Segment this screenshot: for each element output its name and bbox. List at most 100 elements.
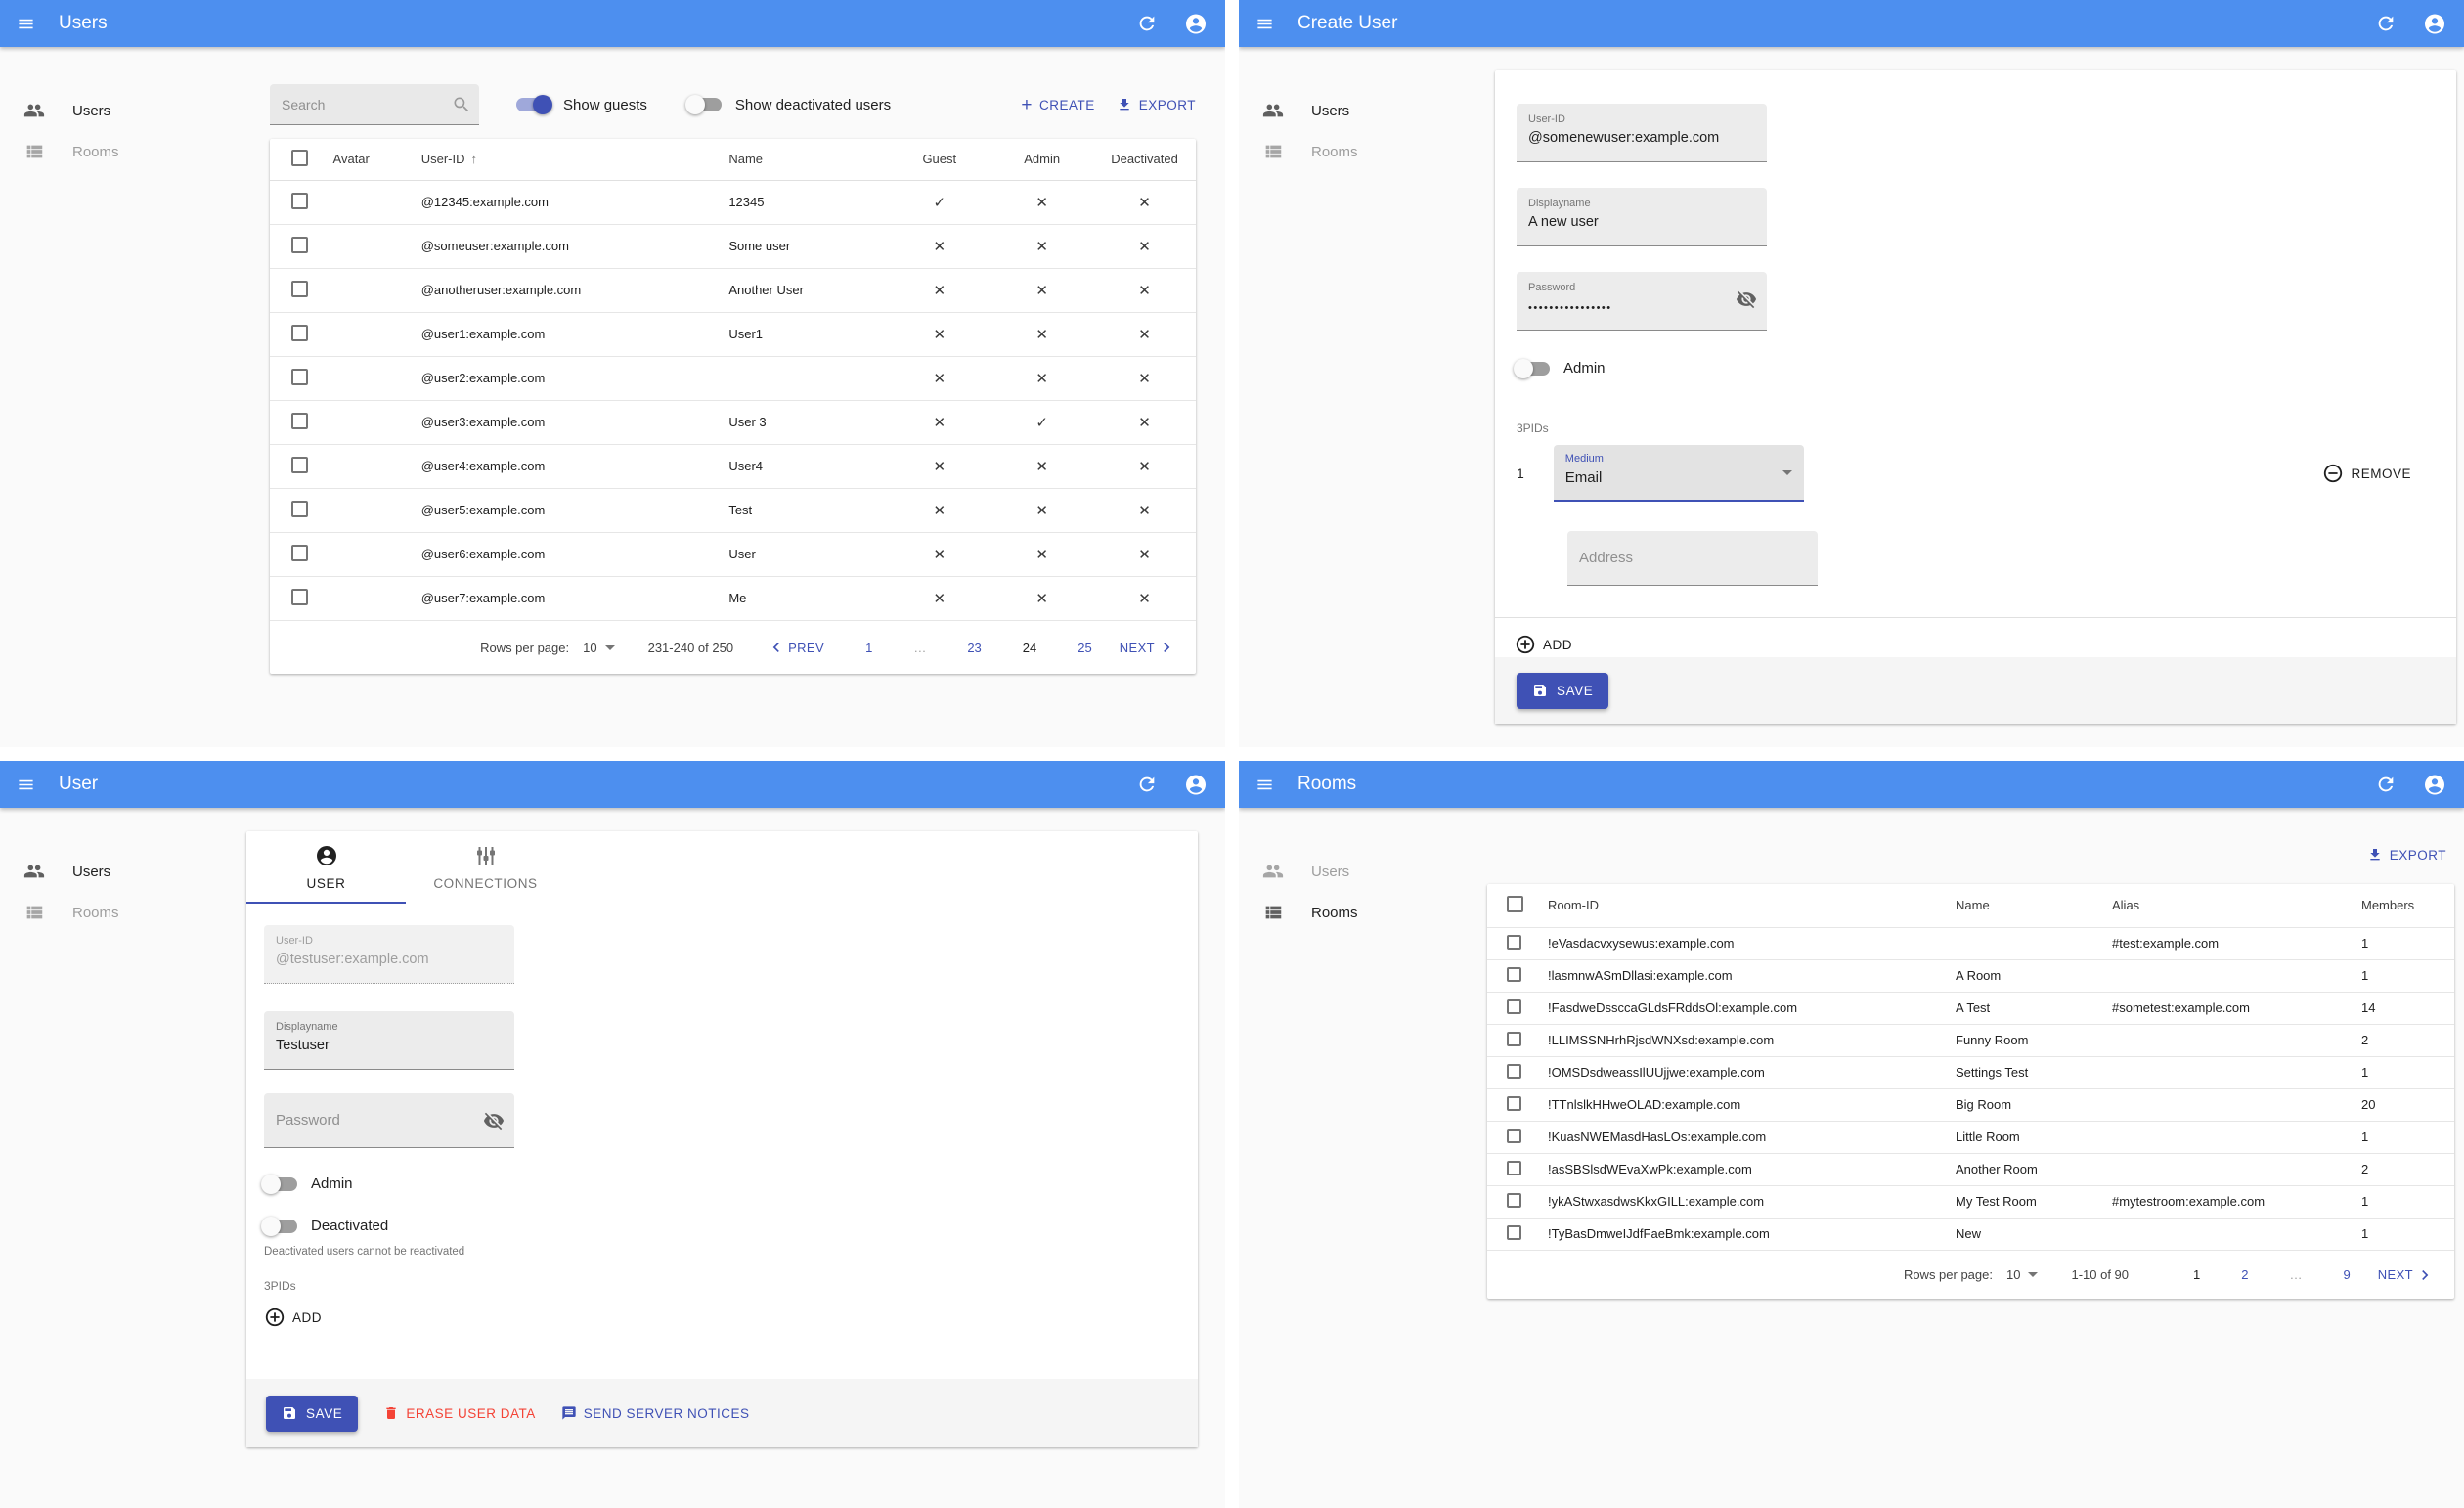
- table-row[interactable]: @user6:example.com User ✕ ✕ ✕: [270, 532, 1196, 576]
- address-input[interactable]: [1567, 531, 1818, 586]
- row-checkbox[interactable]: [291, 192, 308, 209]
- sidebar-item-rooms[interactable]: Rooms: [1239, 892, 1483, 933]
- table-row[interactable]: @user4:example.com User4 ✕ ✕ ✕: [270, 444, 1196, 488]
- page-link[interactable]: 23: [967, 641, 981, 655]
- refresh-icon[interactable]: [2374, 773, 2398, 796]
- table-row[interactable]: !OMSDsdweassIlUUjjwe:example.com Settings…: [1487, 1056, 2454, 1088]
- table-row[interactable]: @user7:example.com Me ✕ ✕ ✕: [270, 576, 1196, 620]
- export-button[interactable]: EXPORT: [1117, 97, 1196, 112]
- prev-button[interactable]: PREV: [767, 638, 824, 657]
- erase-user-data-button[interactable]: ERASE USER DATA: [383, 1405, 535, 1421]
- displayname-field[interactable]: Displayname Testuser: [264, 1011, 514, 1070]
- table-row[interactable]: !ykAStwxasdwsKkxGILL:example.com My Test …: [1487, 1185, 2454, 1218]
- row-checkbox[interactable]: [1507, 1128, 1521, 1143]
- admin-toggle[interactable]: Admin: [261, 1174, 1174, 1194]
- row-checkbox[interactable]: [291, 500, 308, 517]
- row-checkbox[interactable]: [1507, 1063, 1521, 1079]
- password-input[interactable]: [264, 1093, 514, 1148]
- hamburger-menu-icon[interactable]: [1253, 12, 1276, 35]
- remove-button[interactable]: REMOVE: [2322, 463, 2411, 484]
- account-icon[interactable]: [2423, 12, 2446, 35]
- row-checkbox[interactable]: [291, 368, 308, 385]
- row-checkbox[interactable]: [1507, 1095, 1521, 1111]
- account-icon[interactable]: [1184, 12, 1208, 35]
- table-row[interactable]: @user5:example.com Test ✕ ✕ ✕: [270, 488, 1196, 532]
- user-id-field[interactable]: User-ID @somenewuser:example.com: [1517, 104, 1767, 162]
- visibility-off-icon[interactable]: [1736, 288, 1757, 315]
- table-row[interactable]: @someuser:example.com Some user ✕ ✕ ✕: [270, 224, 1196, 268]
- save-button[interactable]: SAVE: [1517, 672, 1609, 709]
- tab-user[interactable]: USER: [246, 831, 406, 904]
- select-all-checkbox[interactable]: [291, 149, 308, 166]
- page-link[interactable]: 1: [865, 641, 872, 655]
- row-checkbox[interactable]: [1507, 966, 1521, 982]
- table-row[interactable]: @anotheruser:example.com Another User ✕ ✕ ✕: [270, 268, 1196, 312]
- table-row[interactable]: !KuasNWEMasdHasLOs:example.com Little Roo…: [1487, 1121, 2454, 1153]
- table-row[interactable]: !TyBasDmweIJdfFaeBmk:example.com New 1: [1487, 1218, 2454, 1250]
- table-row[interactable]: !TTnlslkHHweOLAD:example.com Big Room 20: [1487, 1088, 2454, 1121]
- row-checkbox[interactable]: [1507, 1192, 1521, 1208]
- admin-toggle[interactable]: Admin: [1514, 358, 2433, 378]
- rows-per-page-select[interactable]: 10: [2006, 1267, 2039, 1282]
- row-checkbox[interactable]: [291, 544, 308, 561]
- hamburger-menu-icon[interactable]: [14, 773, 37, 796]
- select-all-checkbox[interactable]: [1507, 895, 1523, 912]
- export-button[interactable]: EXPORT: [2367, 847, 2446, 863]
- sidebar-item-rooms[interactable]: Rooms: [1239, 131, 1483, 172]
- table-row[interactable]: @user3:example.com User 3 ✕ ✓ ✕: [270, 400, 1196, 444]
- row-checkbox[interactable]: [291, 324, 308, 341]
- row-checkbox[interactable]: [291, 280, 308, 297]
- deactivated-toggle[interactable]: Deactivated: [261, 1216, 1174, 1236]
- sidebar-item-rooms[interactable]: Rooms: [0, 892, 244, 933]
- page-link[interactable]: 25: [1078, 641, 1091, 655]
- sidebar-item-users[interactable]: Users: [1239, 851, 1483, 892]
- row-checkbox[interactable]: [1507, 1160, 1521, 1175]
- table-row[interactable]: !asSBSlsdWEvaXwPk:example.com Another Roo…: [1487, 1153, 2454, 1185]
- sidebar-item-users[interactable]: Users: [1239, 90, 1483, 131]
- send-server-notices-button[interactable]: SEND SERVER NOTICES: [561, 1405, 750, 1421]
- sidebar-item-users[interactable]: Users: [0, 851, 244, 892]
- search-input[interactable]: [270, 84, 479, 125]
- row-checkbox[interactable]: [291, 236, 308, 253]
- visibility-off-icon[interactable]: [483, 1110, 505, 1136]
- row-checkbox[interactable]: [291, 412, 308, 429]
- displayname-field[interactable]: Displayname A new user: [1517, 188, 1767, 246]
- tab-connections[interactable]: CONNECTIONS: [406, 831, 565, 904]
- account-icon[interactable]: [2423, 773, 2446, 796]
- add-button[interactable]: ADD: [264, 1307, 322, 1328]
- add-button[interactable]: ADD: [1515, 634, 1572, 655]
- hamburger-menu-icon[interactable]: [14, 12, 37, 35]
- row-checkbox[interactable]: [291, 456, 308, 473]
- refresh-icon[interactable]: [1135, 12, 1159, 35]
- show-guests-toggle[interactable]: Show guests: [516, 95, 647, 114]
- sidebar-item-rooms[interactable]: Rooms: [0, 131, 244, 172]
- col-header-user-id[interactable]: User-ID ↑: [412, 139, 720, 180]
- next-button[interactable]: NEXT: [1120, 638, 1176, 657]
- show-deactivated-toggle[interactable]: Show deactivated users: [684, 95, 891, 114]
- row-checkbox[interactable]: [1507, 998, 1521, 1014]
- table-row[interactable]: @12345:example.com 12345 ✓ ✕ ✕: [270, 180, 1196, 224]
- page-link[interactable]: 9: [2343, 1267, 2350, 1282]
- medium-select[interactable]: Medium Email: [1553, 445, 1804, 502]
- row-checkbox[interactable]: [1507, 1224, 1521, 1240]
- table-row[interactable]: @user1:example.com User1 ✕ ✕ ✕: [270, 312, 1196, 356]
- row-checkbox[interactable]: [291, 588, 308, 605]
- account-icon[interactable]: [1184, 773, 1208, 796]
- hamburger-menu-icon[interactable]: [1253, 773, 1276, 796]
- table-row[interactable]: !lasmnwASmDllasi:example.com A Room 1: [1487, 959, 2454, 992]
- table-row[interactable]: !eVasdacvxysewus:example.com #test:exampl…: [1487, 927, 2454, 959]
- row-checkbox[interactable]: [1507, 1031, 1521, 1046]
- create-button[interactable]: + CREATE: [1021, 96, 1094, 114]
- save-button[interactable]: SAVE: [266, 1395, 359, 1432]
- refresh-icon[interactable]: [1135, 773, 1159, 796]
- password-field[interactable]: Password ••••••••••••••••: [1517, 272, 1767, 331]
- sidebar-item-users[interactable]: Users: [0, 90, 244, 131]
- table-row[interactable]: !FasdweDssccaGLdsFRddsOl:example.com A Te…: [1487, 992, 2454, 1024]
- table-row[interactable]: !LLIMSSNHrhRjsdWNXsd:example.com Funny Ro…: [1487, 1024, 2454, 1056]
- rows-per-page-select[interactable]: 10: [583, 641, 615, 655]
- next-button[interactable]: NEXT: [2378, 1265, 2435, 1285]
- table-row[interactable]: @user2:example.com ✕ ✕ ✕: [270, 356, 1196, 400]
- page-link[interactable]: 2: [2241, 1267, 2248, 1282]
- row-checkbox[interactable]: [1507, 934, 1521, 950]
- col-header-room-id[interactable]: Room-ID: [1538, 884, 1946, 927]
